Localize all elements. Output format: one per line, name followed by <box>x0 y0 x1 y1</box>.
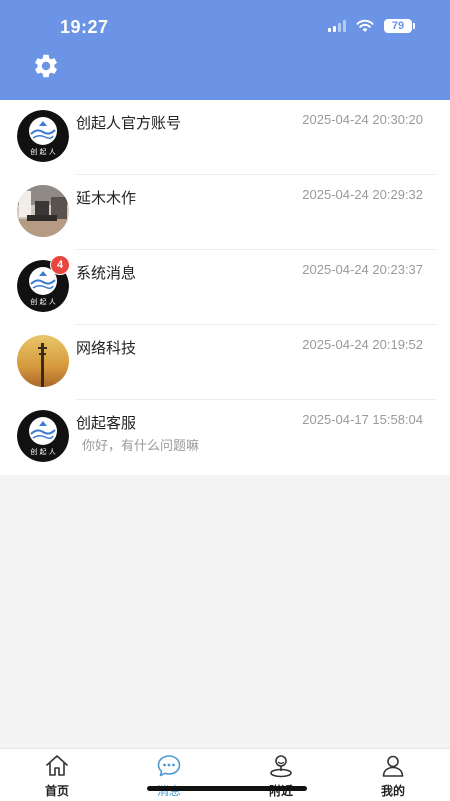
brand-logo-avatar: 创 起 人 <box>17 110 69 162</box>
conversation-item[interactable]: 网络科技 2025-04-24 20:19:52 <box>0 325 450 400</box>
status-time: 19:27 <box>60 17 109 37</box>
conversation-name: 创起客服 <box>76 415 137 432</box>
conversation-name: 网络科技 <box>76 340 137 357</box>
signal-icon <box>328 20 346 32</box>
wifi-icon <box>356 19 374 32</box>
bottom-tab-bar: 首页 消息 附近 我的 <box>0 748 450 801</box>
svg-text:创 起 人: 创 起 人 <box>30 447 55 456</box>
tab-profile[interactable]: 我的 <box>337 749 449 801</box>
tab-home[interactable]: 首页 <box>1 749 113 801</box>
svg-text:创 起 人: 创 起 人 <box>30 297 55 306</box>
room-photo-avatar <box>17 185 69 237</box>
conversation-time: 2025-04-24 20:19:52 <box>302 337 423 352</box>
message-preview: 你好，有什么问题嘛 <box>82 438 200 453</box>
conversation-item[interactable]: 创 起 人 创起人官方账号 2025-04-24 20:30:20 <box>0 100 450 175</box>
conversation-list: 创 起 人 创起人官方账号 2025-04-24 20:30:20 延木木作 2… <box>0 100 450 475</box>
conversation-name: 创起人官方账号 <box>76 115 182 132</box>
conversation-item[interactable]: 创 起 人 4 系统消息 2025-04-24 20:23:37 <box>0 250 450 325</box>
conversation-time: 2025-04-24 20:23:37 <box>302 262 423 277</box>
tab-messages[interactable]: 消息 <box>113 749 225 801</box>
home-indicator <box>147 786 307 791</box>
chat-icon <box>157 755 181 777</box>
user-icon <box>382 755 404 777</box>
conversation-name: 系统消息 <box>76 265 137 282</box>
tab-label: 首页 <box>44 784 69 798</box>
unread-badge: 4 <box>50 255 70 275</box>
brand-logo-avatar: 创 起 人 <box>17 410 69 462</box>
status-icons: 79 <box>328 19 415 33</box>
svg-text:创 起 人: 创 起 人 <box>30 147 55 156</box>
conversation-time: 2025-04-17 15:58:04 <box>302 412 423 427</box>
tab-label: 我的 <box>380 784 405 798</box>
conversation-item[interactable]: 延木木作 2025-04-24 20:29:32 <box>0 175 450 250</box>
tower-sunset-avatar <box>17 335 69 387</box>
top-header: 19:27 79 <box>0 0 450 100</box>
battery-indicator: 79 <box>384 19 415 33</box>
conversation-time: 2025-04-24 20:30:20 <box>302 112 423 127</box>
home-icon <box>46 755 68 776</box>
conversation-time: 2025-04-24 20:29:32 <box>302 187 423 202</box>
conversation-name: 延木木作 <box>76 190 137 207</box>
gear-icon[interactable] <box>32 52 60 80</box>
nearby-icon <box>270 755 292 778</box>
tab-nearby[interactable]: 附近 <box>225 749 337 801</box>
conversation-item[interactable]: 创 起 人 创起客服 2025-04-17 15:58:04 你好，有什么问题嘛 <box>0 400 450 475</box>
